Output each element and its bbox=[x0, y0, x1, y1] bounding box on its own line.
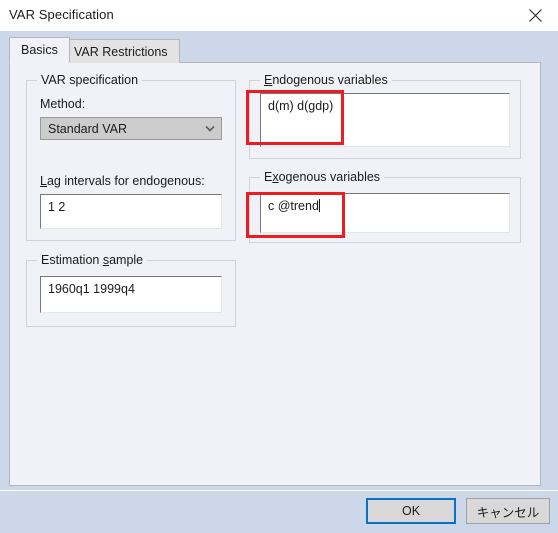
title-bar: VAR Specification bbox=[0, 0, 558, 31]
ok-button-label: OK bbox=[401, 504, 421, 518]
exogenous-variables-value: c @trend bbox=[268, 199, 320, 213]
cancel-button[interactable]: キャンセル bbox=[466, 498, 550, 524]
lag-intervals-label: Lag intervals for endogenous: bbox=[40, 174, 205, 188]
tab-var-restrictions[interactable]: VAR Restrictions bbox=[62, 39, 180, 63]
tab-content-basics: VAR specification Method: Standard VAR L… bbox=[9, 62, 541, 486]
var-specification-dialog: VAR Specification VAR Restrictions Basic… bbox=[0, 0, 558, 533]
method-combobox[interactable]: Standard VAR bbox=[40, 117, 222, 140]
lag-intervals-value: 1 2 bbox=[48, 200, 66, 214]
group-endogenous-variables-legend: Endogenous variables bbox=[260, 73, 392, 87]
chevron-down-icon bbox=[199, 125, 221, 132]
cancel-button-label: キャンセル bbox=[476, 505, 540, 520]
group-estimation-sample-legend: Estimation sample bbox=[37, 253, 148, 267]
exogenous-variables-input[interactable]: c @trend bbox=[260, 193, 510, 233]
tab-var-restrictions-label: VAR Restrictions bbox=[74, 44, 168, 59]
estimation-sample-value: 1960q1 1999q4 bbox=[48, 282, 135, 296]
window-title: VAR Specification bbox=[9, 7, 114, 22]
footer-separator bbox=[0, 490, 558, 491]
close-icon[interactable] bbox=[513, 0, 558, 31]
dialog-footer: OK キャンセル bbox=[0, 486, 558, 533]
tab-strip: VAR Restrictions Basics bbox=[0, 31, 558, 63]
window-edge-right bbox=[541, 31, 558, 486]
lag-intervals-label-rest: ag intervals for endogenous: bbox=[46, 174, 205, 188]
tab-basics-label: Basics bbox=[21, 43, 58, 57]
ok-button[interactable]: OK bbox=[366, 498, 456, 524]
window-edge-left bbox=[0, 31, 9, 486]
text-cursor bbox=[318, 199, 320, 212]
endogenous-variables-input[interactable]: d(m) d(gdp) bbox=[260, 93, 510, 147]
method-label: Method: bbox=[40, 97, 86, 111]
group-var-specification-legend: VAR specification bbox=[37, 73, 143, 87]
estimation-sample-input[interactable]: 1960q1 1999q4 bbox=[40, 276, 222, 313]
lag-intervals-input[interactable]: 1 2 bbox=[40, 194, 222, 229]
endogenous-variables-value: d(m) d(gdp) bbox=[268, 99, 334, 113]
group-exogenous-variables-legend: Exogenous variables bbox=[260, 170, 385, 184]
tab-basics[interactable]: Basics bbox=[9, 37, 70, 63]
method-combobox-value: Standard VAR bbox=[48, 121, 127, 136]
